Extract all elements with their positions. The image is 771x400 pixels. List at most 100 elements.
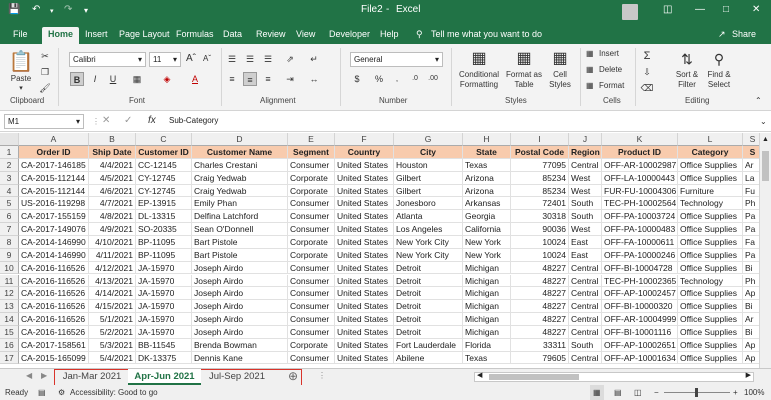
format-painter-icon[interactable]: 🖌	[38, 81, 52, 95]
table-cell[interactable]: 90036	[511, 223, 569, 236]
italic-button[interactable]: I	[88, 72, 102, 86]
table-cell[interactable]: Joseph Airdo	[192, 287, 288, 301]
table-cell[interactable]: Office Supplies	[678, 287, 743, 301]
header-cell[interactable]: Country	[335, 146, 394, 159]
table-cell[interactable]: 48227	[511, 300, 569, 314]
accessibility-status[interactable]: Accessibility: Good to go	[70, 385, 158, 400]
table-cell[interactable]: Michigan	[463, 313, 511, 326]
sheet-tab-jan-mar[interactable]: Jan-Mar 2021	[56, 369, 128, 385]
table-cell[interactable]: Delfina Latchford	[192, 210, 288, 224]
table-cell[interactable]: South	[569, 210, 602, 224]
table-cell[interactable]: CA-2016-116526	[19, 325, 89, 339]
table-cell[interactable]: Michigan	[463, 325, 511, 339]
table-cell[interactable]: 4/15/2021	[89, 300, 136, 314]
header-cell[interactable]: Category	[678, 146, 743, 159]
bold-button[interactable]: B	[70, 72, 84, 86]
table-cell[interactable]: JA-15970	[136, 287, 192, 301]
table-cell[interactable]: 48227	[511, 274, 569, 288]
table-cell[interactable]: Emily Phan	[192, 197, 288, 211]
save-icon[interactable]: 💾	[8, 4, 20, 15]
scroll-thumb[interactable]	[489, 374, 579, 380]
table-cell[interactable]: United States	[335, 248, 394, 262]
table-cell[interactable]: Corporate	[288, 184, 335, 198]
table-cell[interactable]: CA-2016-116526	[19, 300, 89, 314]
table-cell[interactable]: South	[569, 197, 602, 211]
table-cell[interactable]: Consumer	[288, 313, 335, 326]
table-cell[interactable]: 4/5/2021	[89, 171, 136, 185]
table-cell[interactable]: OFF-BI-10001116	[602, 325, 678, 339]
select-all-corner[interactable]	[0, 133, 19, 146]
tab-help[interactable]: Help	[374, 27, 405, 44]
merge-center-icon[interactable]: ↔	[307, 72, 321, 86]
column-header[interactable]: K	[602, 133, 678, 146]
table-cell[interactable]: OFF-PA-10000483	[602, 223, 678, 236]
table-cell[interactable]: 48227	[511, 287, 569, 301]
table-cell[interactable]: United States	[335, 197, 394, 211]
autosum-icon[interactable]: Σ	[640, 49, 654, 63]
table-cell[interactable]: Central	[569, 261, 602, 275]
table-cell[interactable]: United States	[335, 171, 394, 185]
collapse-ribbon-icon[interactable]: ⌃	[755, 96, 762, 106]
table-cell[interactable]: JA-15970	[136, 325, 192, 339]
table-cell[interactable]: Detroit	[394, 313, 463, 326]
table-cell[interactable]: Texas	[463, 158, 511, 172]
table-cell[interactable]: Consumer	[288, 325, 335, 339]
expand-formula-icon[interactable]: ⌄	[760, 117, 767, 127]
table-cell[interactable]: 4/12/2021	[89, 261, 136, 275]
table-cell[interactable]: Office Supplies	[678, 261, 743, 275]
table-cell[interactable]: Central	[569, 158, 602, 172]
table-cell[interactable]: Consumer	[288, 274, 335, 288]
column-header[interactable]: E	[288, 133, 335, 146]
table-cell[interactable]: Central	[569, 300, 602, 314]
prev-sheet-icon[interactable]: ◀	[26, 371, 32, 380]
table-cell[interactable]: West	[569, 171, 602, 185]
table-cell[interactable]: Corporate	[288, 338, 335, 352]
table-cell[interactable]: 5/3/2021	[89, 338, 136, 352]
table-cell[interactable]: BB-11545	[136, 338, 192, 352]
row-header[interactable]: 3	[0, 171, 19, 185]
table-cell[interactable]: CY-12745	[136, 171, 192, 185]
row-header[interactable]: 11	[0, 274, 19, 288]
tab-page-layout[interactable]: Page Layout	[113, 27, 176, 44]
table-cell[interactable]: 4/9/2021	[89, 223, 136, 236]
table-cell[interactable]: Office Supplies	[678, 248, 743, 262]
header-cell[interactable]: Postal Code	[511, 146, 569, 159]
insert-cells-icon[interactable]: ▦	[586, 49, 594, 59]
table-cell[interactable]: Bart Pistole	[192, 235, 288, 249]
row-header[interactable]: 15	[0, 325, 19, 339]
table-cell[interactable]: Consumer	[288, 261, 335, 275]
column-header[interactable]: H	[463, 133, 511, 146]
table-cell[interactable]: Charles Crestani	[192, 158, 288, 172]
table-cell[interactable]: Fort Lauderdale	[394, 338, 463, 352]
table-cell[interactable]: Office Supplies	[678, 351, 743, 365]
accounting-icon[interactable]: $	[350, 72, 364, 86]
table-cell[interactable]: JA-15970	[136, 274, 192, 288]
table-cell[interactable]: Houston	[394, 158, 463, 172]
table-cell[interactable]: West	[569, 184, 602, 198]
table-cell[interactable]: CY-12745	[136, 184, 192, 198]
copy-icon[interactable]: ❐	[38, 65, 52, 79]
table-cell[interactable]: 79605	[511, 351, 569, 365]
table-cell[interactable]: 5/2/2021	[89, 325, 136, 339]
column-header[interactable]: A	[19, 133, 89, 146]
cut-icon[interactable]: ✂	[38, 49, 52, 63]
tab-insert[interactable]: Insert	[79, 27, 114, 44]
underline-button[interactable]: U	[106, 72, 120, 86]
sheet-tab-apr-jun[interactable]: Apr-Jun 2021	[128, 369, 201, 385]
table-cell[interactable]: Office Supplies	[678, 158, 743, 172]
tab-review[interactable]: Review	[250, 27, 292, 44]
table-cell[interactable]: East	[569, 235, 602, 249]
row-header[interactable]: 5	[0, 197, 19, 211]
table-cell[interactable]: OFF-AP-10002457	[602, 287, 678, 301]
table-cell[interactable]: 30318	[511, 210, 569, 224]
align-top-icon[interactable]: ☰	[225, 52, 239, 66]
table-cell[interactable]: Arizona	[463, 171, 511, 185]
table-cell[interactable]: Bart Pistole	[192, 248, 288, 262]
table-cell[interactable]: Arizona	[463, 184, 511, 198]
add-sheet-icon[interactable]: ⊕	[288, 369, 298, 383]
increase-font-icon[interactable]: Aˆ	[184, 52, 198, 66]
clear-icon[interactable]: ⌫	[640, 81, 654, 95]
table-cell[interactable]: Michigan	[463, 287, 511, 301]
zoom-level[interactable]: 100%	[744, 385, 764, 400]
column-header[interactable]: F	[335, 133, 394, 146]
